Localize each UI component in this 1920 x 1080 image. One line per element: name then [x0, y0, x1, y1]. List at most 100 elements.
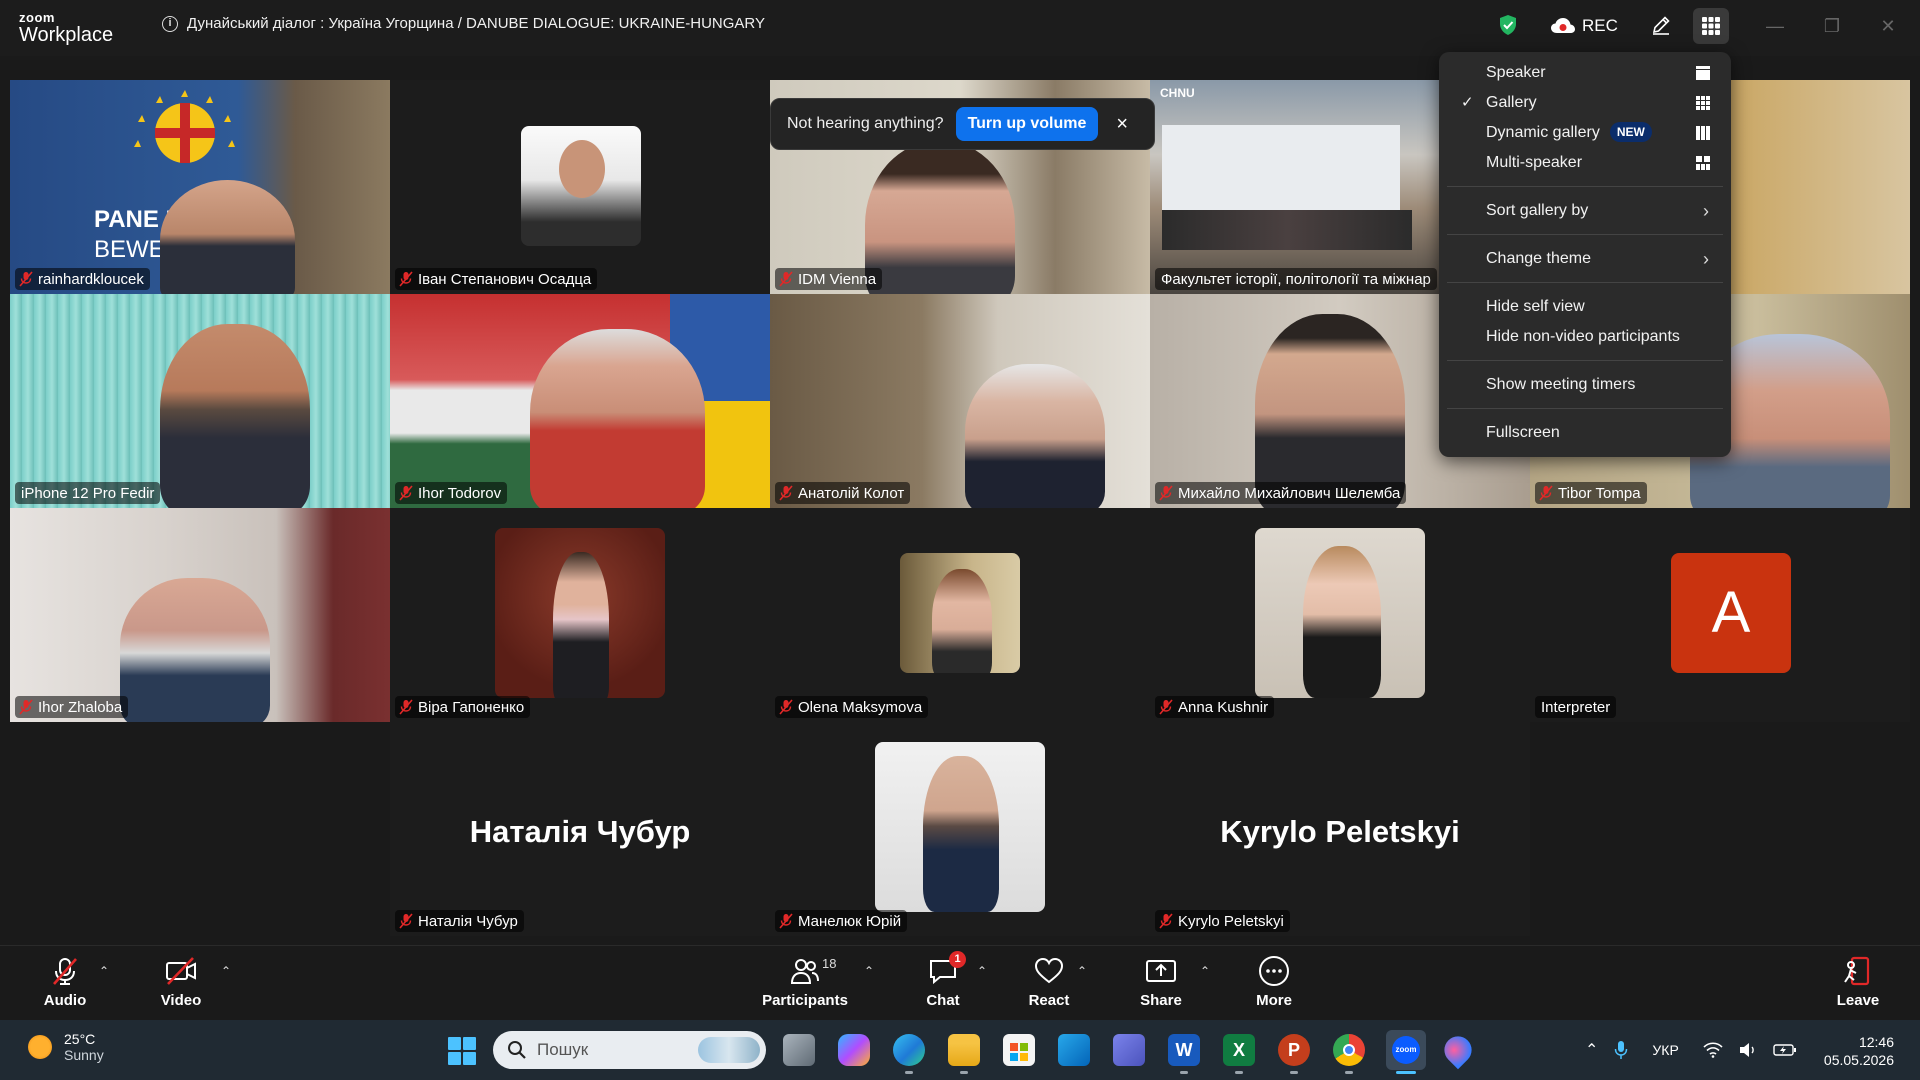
file-explorer-icon[interactable]	[948, 1034, 980, 1074]
menu-item-label: Sort gallery by	[1486, 202, 1589, 219]
more-button[interactable]: More	[1229, 956, 1319, 1009]
react-label: React	[1028, 992, 1070, 1009]
menu-item-fullscreen[interactable]: Fullscreen	[1439, 419, 1731, 447]
title-bar: zoom Workplace i Дунайський діалог : Укр…	[0, 0, 1920, 56]
participant-name: Ihor Zhaloba	[38, 698, 123, 716]
video-options-caret-icon[interactable]: ⌃	[221, 964, 235, 978]
menu-item-meeting-timers[interactable]: Show meeting timers	[1439, 371, 1731, 399]
annotate-pencil-icon[interactable]	[1650, 14, 1672, 36]
menu-item-sort-gallery[interactable]: Sort gallery by ›	[1439, 197, 1731, 225]
close-window-icon[interactable]: ✕	[1878, 16, 1898, 36]
participant-name: rainhardkloucek	[38, 270, 144, 288]
participants-button[interactable]: 18 Participants	[760, 956, 850, 1009]
copilot-icon[interactable]	[838, 1034, 870, 1066]
teams-icon[interactable]	[1113, 1034, 1145, 1066]
participant-tile[interactable]: Манелюк Юрій	[770, 722, 1150, 936]
mic-muted-icon	[1159, 913, 1173, 929]
excel-icon[interactable]: X	[1223, 1034, 1255, 1074]
microphone-icon[interactable]	[1614, 1040, 1628, 1060]
wifi-icon[interactable]	[1703, 1042, 1723, 1058]
audio-label: Audio	[43, 992, 87, 1009]
chat-button[interactable]: 1 Chat	[898, 951, 988, 1009]
participant-tile-active-speaker[interactable]: iPhone 12 Pro Fedir	[10, 294, 390, 508]
more-label: More	[1256, 992, 1292, 1009]
audio-options-caret-icon[interactable]: ⌃	[99, 964, 113, 978]
menu-item-label: Hide non-video participants	[1486, 328, 1680, 345]
battery-charging-icon[interactable]	[1773, 1043, 1797, 1057]
menu-item-label: Show meeting timers	[1486, 376, 1636, 393]
react-options-caret-icon[interactable]: ⌃	[1077, 964, 1091, 978]
chrome-icon[interactable]	[1333, 1034, 1365, 1074]
menu-divider	[1447, 360, 1723, 361]
participant-nametag: Наталія Чубур	[395, 910, 524, 932]
encryption-shield-icon[interactable]	[1498, 14, 1518, 36]
chevron-up-icon[interactable]: ⌃	[1585, 1040, 1598, 1060]
participant-tile[interactable]: Наталія Чубур Наталія Чубур	[390, 722, 770, 936]
microsoft-store-icon[interactable]	[1003, 1034, 1035, 1066]
turn-up-volume-button[interactable]: Turn up volume	[955, 107, 1099, 141]
participant-name: IDM Vienna	[798, 270, 877, 288]
menu-item-multi-speaker[interactable]: Multi-speaker	[1439, 149, 1731, 177]
record-button[interactable]: REC	[1550, 14, 1618, 38]
leave-button[interactable]: Leave	[1813, 956, 1903, 1009]
participant-figure	[120, 578, 270, 722]
leave-icon	[1841, 956, 1875, 986]
search-highlight-image	[698, 1037, 760, 1063]
restore-icon[interactable]: ❐	[1822, 16, 1842, 36]
participant-nametag: Anna Kushnir	[1155, 696, 1275, 718]
audio-button[interactable]: Audio	[20, 956, 110, 1009]
edge-browser-icon[interactable]	[893, 1034, 925, 1074]
windows-start-icon[interactable]	[447, 1036, 477, 1066]
chat-options-caret-icon[interactable]: ⌃	[977, 964, 991, 978]
zoom-logo: zoom Workplace	[19, 11, 113, 45]
search-placeholder: Пошук	[537, 1040, 589, 1059]
outlook-icon[interactable]	[1058, 1034, 1090, 1066]
menu-item-speaker[interactable]: Speaker	[1439, 59, 1731, 87]
close-icon[interactable]: ×	[1116, 113, 1128, 136]
word-icon[interactable]: W	[1168, 1034, 1200, 1074]
profile-photo	[900, 553, 1020, 673]
participant-name: Olena Maksymova	[798, 698, 923, 716]
powerpoint-icon[interactable]: P	[1278, 1034, 1310, 1074]
weather-widget[interactable]: 25°C Sunny	[28, 1031, 104, 1063]
view-options-button[interactable]	[1693, 8, 1729, 44]
menu-item-hide-non-video[interactable]: Hide non-video participants	[1439, 323, 1731, 351]
keyboard-language[interactable]: УКР	[1652, 1042, 1678, 1058]
zoom-taskbar-active[interactable]: zoom	[1386, 1030, 1426, 1074]
meeting-info-icon[interactable]: i	[162, 16, 178, 32]
video-button[interactable]: Video	[136, 956, 226, 1009]
logo-brand-bottom: Workplace	[19, 24, 114, 46]
more-icon	[1257, 956, 1291, 986]
minimize-icon[interactable]: —	[1765, 16, 1785, 36]
share-options-caret-icon[interactable]: ⌃	[1200, 964, 1214, 978]
task-view-icon[interactable]	[783, 1034, 815, 1066]
participant-tile[interactable]: Віра Гапоненко	[390, 508, 770, 722]
mic-muted-icon	[779, 699, 793, 715]
menu-divider	[1447, 234, 1723, 235]
zoom-app-icon: zoom	[1392, 1036, 1420, 1064]
participant-tile[interactable]: Olena Maksymova	[770, 508, 1150, 722]
menu-item-dynamic-gallery[interactable]: Dynamic gallery NEW	[1439, 119, 1731, 147]
maps-pin-icon[interactable]	[1438, 1030, 1478, 1070]
share-button[interactable]: Share	[1116, 956, 1206, 1009]
participants-options-caret-icon[interactable]: ⌃	[864, 964, 878, 978]
participant-tile[interactable]: PANE ROPA BEWE NG rainhardkloucek	[10, 80, 390, 294]
participant-tile[interactable]: Ihor Zhaloba	[10, 508, 390, 722]
taskbar-search-box[interactable]: Пошук	[493, 1031, 766, 1069]
participant-nametag: Olena Maksymova	[775, 696, 929, 718]
participant-tile[interactable]: Ihor Todorov	[390, 294, 770, 508]
participant-tile[interactable]: Іван Степанович Осадца	[390, 80, 770, 294]
participant-nametag: Kyrylo Peletskyi	[1155, 910, 1290, 932]
participant-tile[interactable]: Anna Kushnir	[1150, 508, 1530, 722]
participant-nametag: Віра Гапоненко	[395, 696, 531, 718]
logo-brand-top: zoom	[19, 10, 55, 25]
menu-item-change-theme[interactable]: Change theme ›	[1439, 245, 1731, 273]
volume-icon[interactable]	[1739, 1042, 1757, 1058]
participant-tile[interactable]: Анатолій Колот	[770, 294, 1150, 508]
participant-tile[interactable]: Kyrylo Peletskyi Kyrylo Peletskyi	[1150, 722, 1530, 936]
menu-item-gallery[interactable]: ✓ Gallery	[1439, 89, 1731, 117]
weather-condition: Sunny	[64, 1047, 104, 1063]
menu-item-hide-self-view[interactable]: Hide self view	[1439, 293, 1731, 321]
participant-tile[interactable]: A Interpreter	[1530, 508, 1910, 722]
system-clock[interactable]: 12:46 05.05.2026	[1822, 1033, 1894, 1069]
